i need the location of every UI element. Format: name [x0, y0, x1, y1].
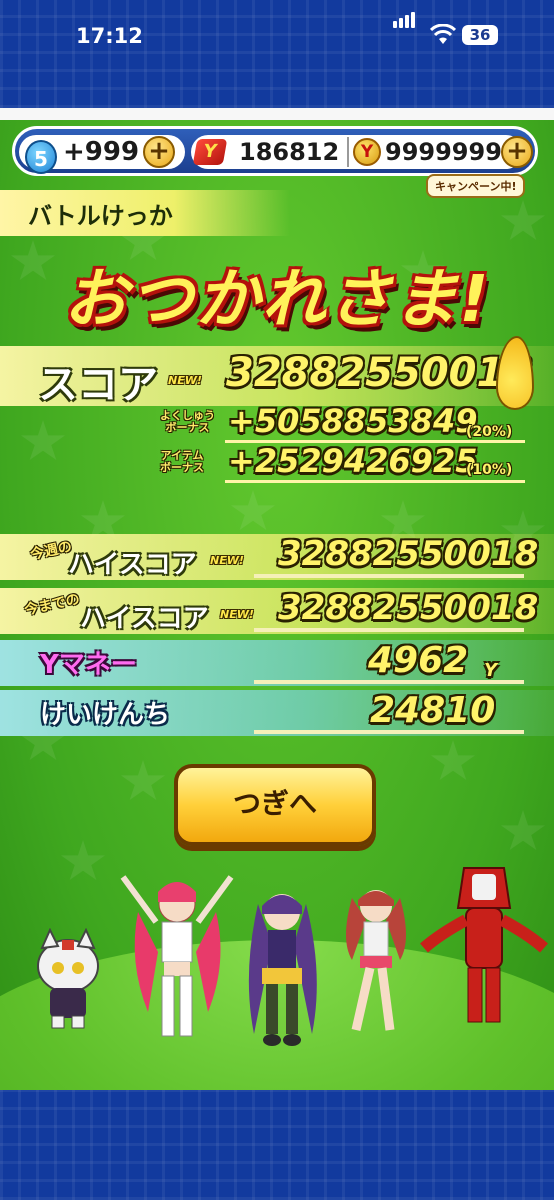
alltime-high-underline [254, 628, 524, 632]
add-money-button[interactable]: + [501, 136, 533, 168]
next-button[interactable]: つぎへ [174, 764, 376, 846]
add-stamina-button[interactable]: + [143, 136, 175, 168]
score-label: スコア [38, 362, 158, 408]
battle-result-header: バトルけっか [0, 190, 290, 236]
money-unit: Y [484, 660, 498, 681]
exp-label: けいけんち [40, 700, 171, 730]
status-bar: 17:12 36 [0, 0, 554, 60]
bonus-underline [225, 480, 525, 483]
exp-value: 24810 [370, 690, 496, 731]
star-decoration-icon [20, 420, 66, 461]
stamina-value: +999 [63, 137, 140, 167]
weekly-high-new-tag: NEW! [210, 554, 244, 567]
headline: おつかれさま! [63, 263, 491, 337]
money-value: 9999999 [385, 138, 502, 166]
star-decoration-icon [500, 810, 546, 851]
weekly-high-underline [254, 574, 524, 578]
stamina-icon: 5 [25, 140, 57, 174]
star-decoration-icon [500, 200, 546, 241]
red-hair-girl-character [346, 890, 406, 1031]
money-label: Yマネー [40, 650, 137, 680]
tickets-value: 186812 [239, 138, 340, 166]
star-decoration-icon [120, 760, 166, 801]
bonus-value: +5058853849 [228, 402, 478, 440]
bonus-percent: (10%) [466, 462, 513, 478]
header-strip [0, 108, 554, 120]
pink-hair-dancer-character [120, 875, 234, 1037]
bonus-label: アイテム ボーナス [160, 450, 204, 474]
bottom-frame [0, 1090, 554, 1200]
weekly-high-value: 32882550018 [278, 534, 539, 574]
bonus-label: よくしゅう ボーナス [160, 410, 215, 434]
weekly-high-label: ハイスコア [68, 550, 197, 580]
money-value-earned: 4962 [368, 640, 469, 681]
campaign-badge[interactable]: キャンペーン中! [426, 174, 526, 198]
alltime-high-label: ハイスコア [80, 604, 209, 634]
currency-pill: Y 186812 Y 9999999 [191, 135, 523, 169]
alltime-high-new-tag: NEW! [220, 608, 254, 621]
bonus-label-line2: ボーナス [165, 421, 210, 434]
score-new-tag: NEW! [168, 374, 202, 387]
bonus-percent: (20%) [466, 424, 513, 440]
status-time: 17:12 [76, 24, 143, 48]
red-skull-monster-character [420, 867, 548, 1023]
ticket-icon: Y [192, 139, 228, 165]
star-decoration-icon [430, 740, 476, 781]
purple-hair-singer-character [248, 894, 317, 1046]
alltime-high-value: 32882550018 [278, 588, 539, 628]
white-cat-character [37, 928, 99, 1029]
battery-icon: 36 [462, 25, 498, 45]
currency-divider [347, 137, 349, 167]
battle-result-header-text: バトルけっか [28, 202, 173, 230]
money-coin-icon: Y [353, 138, 381, 166]
star-decoration-icon [60, 840, 106, 881]
score-value: 32882550018 [226, 350, 533, 396]
wifi-icon [430, 24, 456, 44]
bonus-label-line2: ボーナス [160, 461, 204, 474]
bonus-value: +2529426925 [228, 442, 478, 480]
currency-bar: 5 +999 + Y 186812 Y 9999999 + [12, 126, 538, 176]
star-decoration-icon [230, 490, 276, 531]
